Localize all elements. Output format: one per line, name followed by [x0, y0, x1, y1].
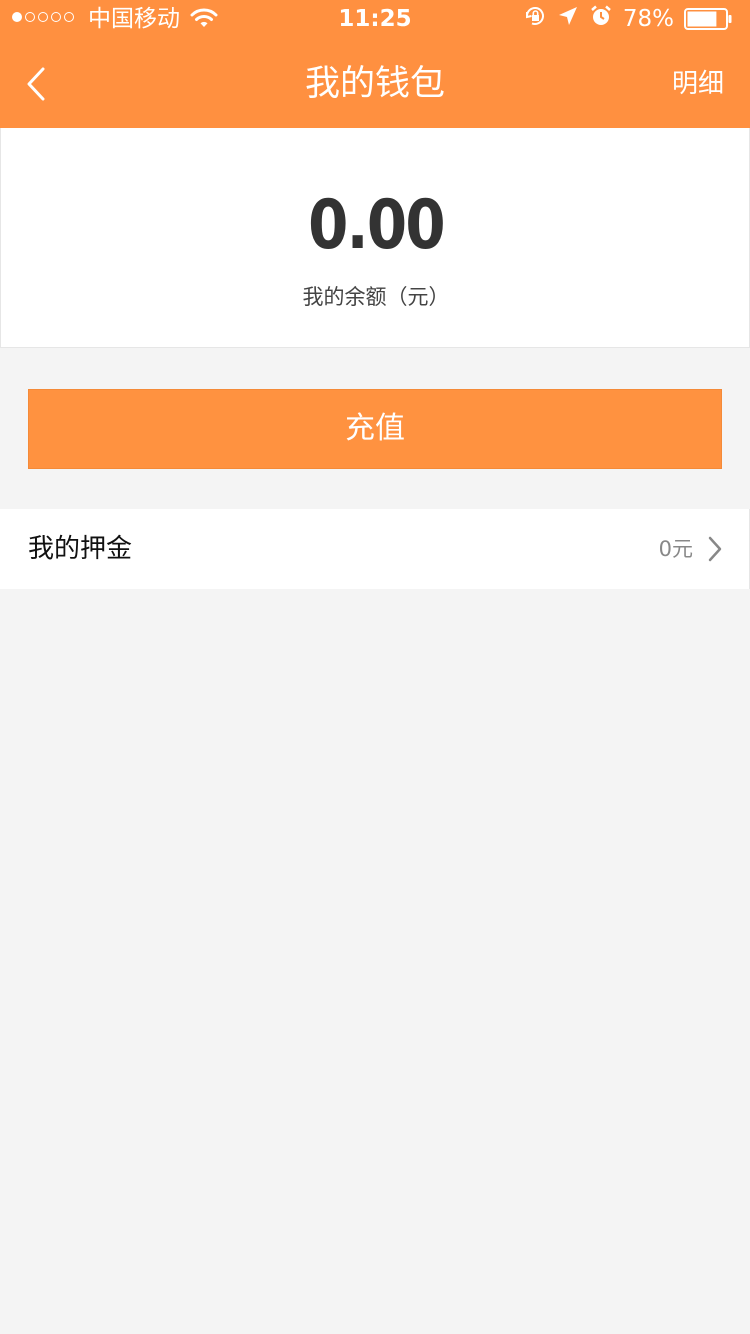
status-icons: 78%	[523, 5, 732, 33]
location-icon	[557, 5, 579, 33]
alarm-icon	[589, 4, 613, 34]
recharge-button[interactable]: 充值	[28, 389, 722, 469]
balance-label: 我的余额（元）	[302, 285, 450, 309]
status-bar: 中国移动 11:25 78%	[0, 0, 750, 40]
balance-amount: 0.00	[308, 186, 446, 265]
rotation-lock-icon	[523, 4, 547, 34]
page-title: 我的钱包	[304, 64, 445, 104]
deposit-label: 我的押金	[28, 534, 133, 564]
balance-card: 0.00 我的余额（元）	[0, 128, 750, 348]
deposit-row[interactable]: 我的押金 0元	[0, 509, 750, 589]
deposit-value: 0元	[658, 537, 693, 561]
battery-icon	[684, 8, 732, 30]
details-button[interactable]: 明细	[672, 40, 724, 128]
nav-bar: 我的钱包 明细	[0, 40, 750, 128]
battery-percent: 78%	[622, 6, 674, 32]
chevron-right-icon	[705, 535, 725, 563]
header: 中国移动 11:25 78% 我的钱包 明细	[0, 0, 750, 128]
